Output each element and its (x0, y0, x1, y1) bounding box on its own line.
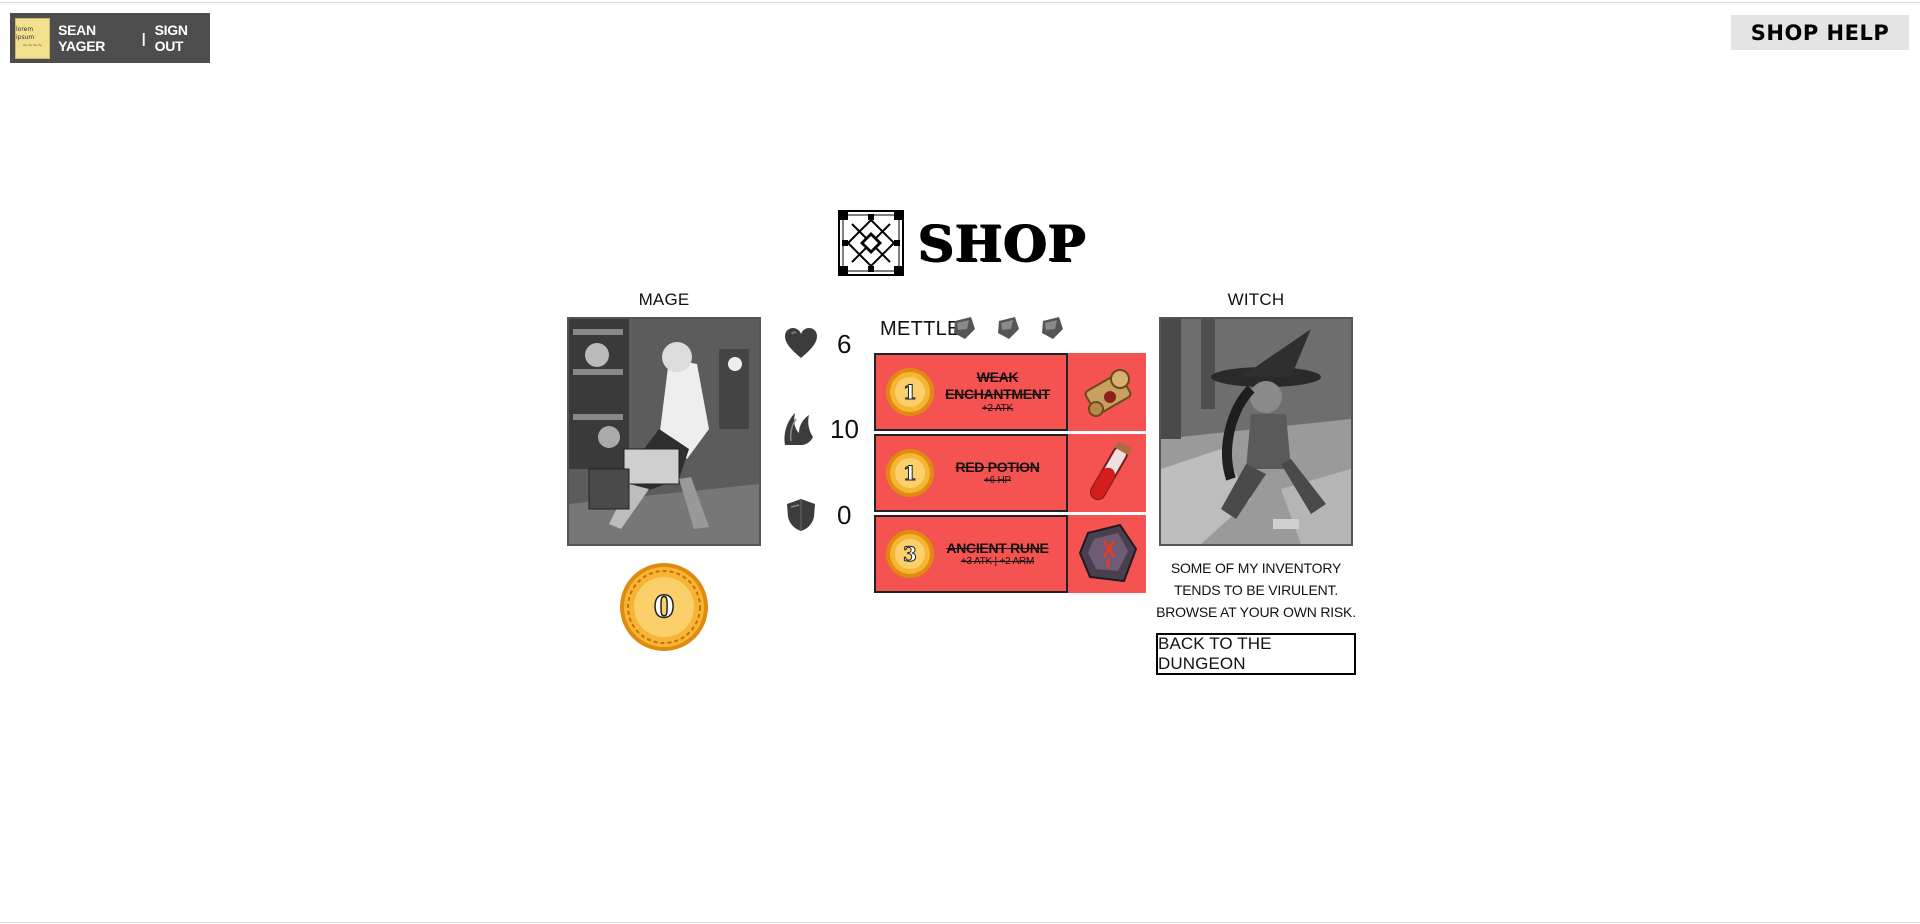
page-title: SHOP (918, 213, 1087, 273)
shop-emblem-icon (838, 210, 904, 276)
rune-icon (1078, 523, 1138, 583)
attack-value: 10 (830, 414, 859, 444)
top-border (0, 2, 1920, 3)
coin-icon: 1 (886, 449, 934, 497)
mettle-label: METTLE (880, 318, 961, 340)
merchant-quote: SOME OF MY INVENTORY TENDS TO BE VIRULEN… (1156, 560, 1356, 620)
coin-count: 0 (654, 590, 675, 625)
shield-icon (787, 499, 815, 531)
item-effect: +6 HP (983, 475, 1012, 487)
item-cost: 3 (903, 542, 917, 566)
item-cost: 1 (903, 380, 917, 404)
shop-item-red-potion[interactable]: 1 RED POTION +6 HP (874, 434, 1146, 512)
mettle-stone-icon (954, 317, 975, 339)
scroll-icon (1084, 369, 1132, 417)
item-name: WEAK ENCHANTMENT (945, 369, 1050, 402)
merchant-class-label: WITCH (1227, 290, 1285, 309)
armor-value: 0 (837, 500, 852, 530)
shop-item-ancient-rune[interactable]: 3 ANCIENT RUNE +3 ATK | +2 ARM (874, 515, 1146, 593)
coin-icon: 3 (886, 530, 934, 578)
item-card: 3 ANCIENT RUNE +3 ATK | +2 ARM (874, 515, 1068, 593)
item-effect: +3 ATK | +2 ARM (960, 556, 1035, 568)
player-coin-icon: 0 (620, 563, 708, 651)
item-card: 1 WEAK ENCHANTMENT +2 ATK (874, 353, 1068, 431)
player-portrait (567, 317, 761, 546)
mettle-stone-icon (1042, 317, 1063, 339)
coin-icon: 1 (886, 368, 934, 416)
mettle-stone-icon (998, 317, 1019, 339)
shop-item-weak-enchantment[interactable]: 1 WEAK ENCHANTMENT +2 ATK (874, 353, 1146, 431)
shop-help-button[interactable]: SHOP HELP (1731, 15, 1909, 50)
bottom-border (0, 922, 1920, 923)
hp-value: 6 (837, 329, 852, 359)
shop-header: SHOP (838, 210, 1087, 276)
back-to-dungeon-button[interactable]: BACK TO THE DUNGEON (1156, 633, 1356, 675)
claw-attack-icon (784, 413, 813, 445)
item-card: 1 RED POTION +6 HP (874, 434, 1068, 512)
username[interactable]: SEAN YAGER (58, 22, 133, 54)
player-class-label: MAGE (638, 290, 690, 309)
mage-illustration (569, 319, 759, 544)
potion-icon (1090, 441, 1132, 501)
item-effect: +2 ATK (981, 402, 1014, 414)
witch-illustration (1161, 319, 1351, 544)
merchant-portrait (1159, 317, 1353, 546)
heart-icon (785, 328, 817, 358)
item-cost: 1 (903, 461, 917, 485)
sign-out-link[interactable]: SIGN OUT (155, 22, 210, 54)
avatar[interactable]: lorem ipsum ~~~~ (15, 17, 51, 59)
item-name: RED POTION (955, 458, 1040, 475)
user-bar: lorem ipsum ~~~~ SEAN YAGER | SIGN OUT (10, 13, 210, 63)
item-name: ANCIENT RUNE (946, 539, 1049, 556)
separator: | (141, 30, 146, 46)
